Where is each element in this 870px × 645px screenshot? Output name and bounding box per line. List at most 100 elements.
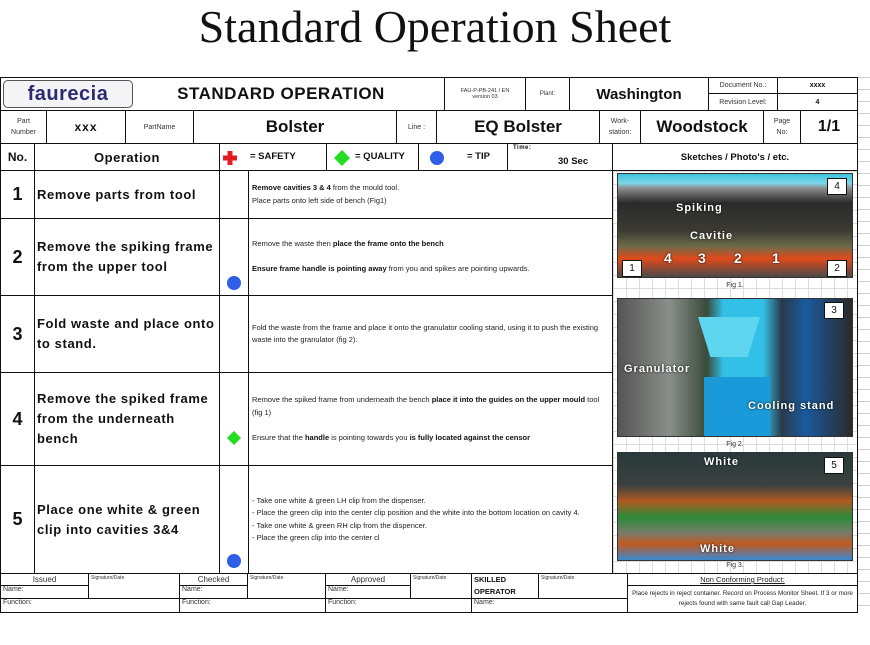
tip-circle-icon [227, 276, 241, 290]
fig2-label-granulator: Granulator [624, 363, 691, 375]
step-operation-text: Fold waste and place onto to stand. [37, 316, 215, 351]
cycle-time: Time: 30 Sec [507, 143, 613, 171]
sketches-panel: Spiking Cavitie 4 3 2 1 4 1 2 Fig 1. Gra… [612, 170, 858, 574]
step-symbol-cell [219, 372, 249, 466]
granulator-hopper [698, 317, 760, 357]
legend-safety: = SAFETY [219, 143, 327, 171]
step-description-text: - Take one white & green LH clip from th… [249, 495, 583, 545]
plain-text: waste into the granulator (fig 2). [252, 335, 358, 344]
plain-text: from you and spikes are pointing upwards… [386, 264, 530, 274]
step-number: 3 [0, 295, 35, 373]
time-value: 30 Sec [558, 156, 589, 167]
step-description-text: Remove the waste then place the frame on… [249, 238, 533, 276]
step-description: Remove the waste then place the frame on… [248, 218, 613, 296]
page-label-1: Page [773, 118, 791, 125]
footer-skilled-operator: SKILLED OPERATOR [471, 573, 539, 599]
description-line: - Place the green clip into the center c… [252, 507, 580, 520]
step-description: - Take one white & green LH clip from th… [248, 465, 613, 574]
page-title: Standard Operation Sheet [198, 1, 672, 52]
plain-text: - Take one white & green LH clip from th… [252, 495, 426, 505]
page-label-2: No: [776, 129, 788, 136]
description-line: Fold the waste from the frame and place … [252, 322, 598, 335]
fig1-label-cavitie: Cavitie [690, 230, 734, 242]
description-line: - Take one white & green LH clip from th… [252, 495, 580, 508]
page-value: 1/1 [800, 110, 858, 144]
footer-operator-name: Name: [471, 598, 628, 613]
workstation-label-2: station: [608, 129, 632, 136]
form-reference: FAU-P-PB-241 / EN version 03 [444, 77, 526, 111]
legend-quality: = QUALITY [326, 143, 419, 171]
figure-2-photo: Granulator Cooling stand 3 [617, 298, 853, 437]
description-line: Remove the spiked frame from underneath … [252, 394, 609, 419]
plain-text: Place parts onto left side of bench (Fig… [252, 195, 387, 205]
plant-value: Washington [569, 77, 709, 111]
fig3-label-white-top: White [704, 456, 739, 468]
fig1-cavity-4: 4 [664, 250, 673, 266]
emphasis-text: Remove cavities 3 & 4 [252, 183, 331, 192]
step-operation-text: Remove the spiking frame from the upper … [37, 239, 214, 274]
emphasis-text: place the frame onto the bench [332, 239, 444, 249]
quality-diamond-icon [334, 150, 350, 166]
skilled-label-2: OPERATOR [474, 587, 516, 596]
step-symbol-cell [219, 465, 249, 574]
revision-value: 4 [777, 93, 858, 111]
background-grid [858, 77, 870, 617]
step-operation: Fold waste and place onto to stand. [34, 295, 220, 373]
legend-tip: = TIP [418, 143, 508, 171]
step-description: Remove the spiked frame from underneath … [248, 372, 613, 466]
step-operation-text: Remove parts from tool [37, 186, 197, 202]
step-description: Fold the waste from the frame and place … [248, 295, 613, 373]
part-number-label: Part Number [0, 110, 47, 144]
step-operation: Place one white & green clip into caviti… [34, 465, 220, 574]
legend-quality-label: = QUALITY [355, 151, 405, 162]
line-label: Line : [396, 110, 437, 144]
part-number-label-1: Part [17, 118, 30, 125]
operation-sheet: faurecia STANDARD OPERATION FAU-P-PB-241… [0, 77, 858, 614]
workstation-label-1: Work- [610, 118, 630, 125]
step-description-text: Remove cavities 3 & 4 from the mould too… [249, 182, 402, 207]
plain-text: from the mould tool. [330, 183, 400, 192]
description-line [252, 419, 609, 432]
fig1-caption: Fig 1. [726, 282, 744, 289]
column-operation: Operation [34, 143, 220, 171]
fig1-marker-1: 1 [622, 260, 642, 277]
description-line: Remove cavities 3 & 4 from the mould too… [252, 182, 399, 195]
footer-checked-signature: Signature/Date [247, 573, 326, 599]
plain-text: Fold the waste from the frame and place … [252, 322, 599, 332]
step-number: 2 [0, 218, 35, 296]
emphasis-text: place it into the guides on the upper mo… [431, 395, 586, 404]
legend-safety-label: = SAFETY [250, 151, 296, 162]
document-no-label: Document No.: [708, 77, 778, 94]
step-symbol-cell [219, 170, 249, 219]
part-number-label-2: Number [11, 129, 36, 136]
step-number: 4 [0, 372, 35, 466]
column-sketches: Sketches / Photo's / etc. [612, 143, 858, 171]
plain-text: - Take one white & green RH clip from th… [252, 520, 427, 530]
form-ref-line2: version 03 [472, 94, 498, 100]
figure-3-photo: White White 5 [617, 452, 853, 561]
description-line: Remove the waste then place the frame on… [252, 238, 530, 251]
step-number: 5 [0, 465, 35, 574]
header-title-cell: faurecia STANDARD OPERATION [0, 77, 445, 111]
faurecia-logo: faurecia [3, 80, 133, 108]
footer-checked-function: Function: [179, 598, 326, 613]
skilled-label-1: SKILLED [474, 575, 507, 584]
step-symbol-cell [219, 295, 249, 373]
step-operation-text: Remove the spiked frame from the underne… [37, 391, 209, 446]
fig1-label-spiking: Spiking [676, 202, 723, 214]
description-line: - Take one white & green RH clip from th… [252, 520, 580, 533]
fig2-caption: Fig 2. [726, 441, 744, 448]
line-value: EQ Bolster [436, 110, 600, 144]
step-symbol-cell [219, 218, 249, 296]
step-operation-text: Place one white & green clip into caviti… [37, 501, 201, 537]
plain-text: is pointing towards you [329, 432, 410, 442]
figure-1-photo: Spiking Cavitie 4 3 2 1 4 1 2 [617, 173, 853, 278]
footer-issued-name: Name: [0, 585, 89, 599]
plain-text: - Place the green clip into the center c… [252, 533, 380, 542]
description-line: waste into the granulator (fig 2). [252, 334, 598, 347]
header-title: STANDARD OPERATION [177, 83, 385, 103]
footer-issued-function: Function: [0, 598, 180, 613]
step-number: 1 [0, 170, 35, 219]
description-line: Place parts onto left side of bench (Fig… [252, 195, 399, 208]
description-line: Ensure that the handle is pointing towar… [252, 432, 609, 445]
